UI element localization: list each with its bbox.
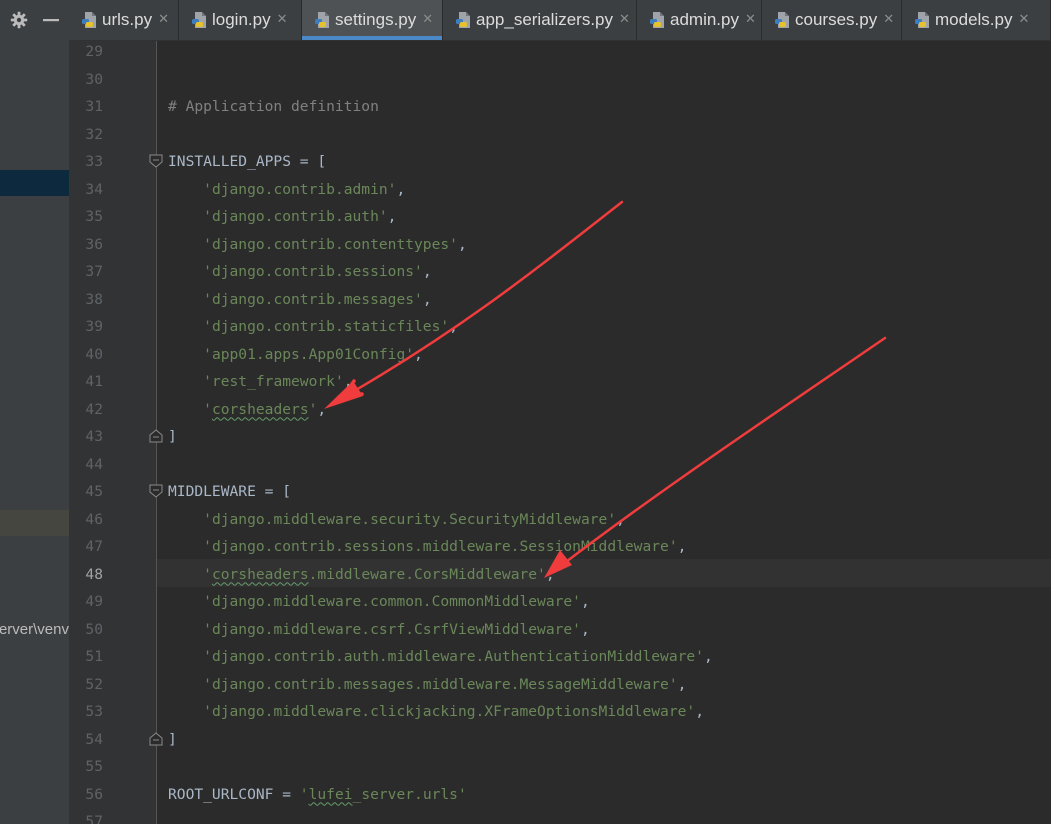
code-text: 'django.contrib.auth', bbox=[203, 208, 397, 225]
code-line[interactable]: 57 bbox=[0, 808, 1051, 824]
code-line[interactable]: 39 'django.contrib.staticfiles', bbox=[0, 313, 1051, 340]
code-line[interactable]: 38 'django.contrib.messages', bbox=[0, 286, 1051, 313]
line-number: 35 bbox=[85, 208, 103, 225]
code-line[interactable]: 42 'corsheaders', bbox=[0, 396, 1051, 423]
code-text: 'django.contrib.contenttypes', bbox=[203, 235, 467, 253]
code-text: 'corsheaders.middleware.CorsMiddleware', bbox=[203, 565, 555, 583]
line-number: 33 bbox=[85, 153, 103, 170]
code-line[interactable]: 30 bbox=[0, 66, 1051, 93]
code-text: 'django.contrib.admin', bbox=[203, 180, 406, 198]
code-line[interactable]: 44 bbox=[0, 451, 1051, 478]
line-number: 29 bbox=[85, 43, 103, 60]
code-line[interactable]: 46 'django.middleware.security.SecurityM… bbox=[0, 506, 1051, 533]
code-line[interactable]: 37 'django.contrib.sessions', bbox=[0, 258, 1051, 285]
line-number: 52 bbox=[85, 675, 103, 693]
code-line[interactable]: 49 'django.middleware.common.CommonMiddl… bbox=[0, 588, 1051, 615]
fold-marker-icon[interactable] bbox=[148, 483, 164, 499]
code-text: 'app01.apps.App01Config', bbox=[203, 345, 423, 363]
code-text: ] bbox=[168, 428, 177, 445]
code-line[interactable]: 48 'corsheaders.middleware.CorsMiddlewar… bbox=[0, 561, 1051, 588]
line-number: 38 bbox=[85, 290, 103, 308]
line-number: 44 bbox=[85, 455, 103, 473]
code-line[interactable]: 50 'django.middleware.csrf.CsrfViewMiddl… bbox=[0, 616, 1051, 643]
line-number: 45 bbox=[85, 483, 103, 500]
code-line[interactable]: 31 # Application definition bbox=[0, 93, 1051, 120]
code-line[interactable]: 51 'django.contrib.auth.middleware.Authe… bbox=[0, 643, 1051, 670]
line-number: 47 bbox=[85, 538, 103, 555]
code-text: 'django.contrib.auth.middleware.Authenti… bbox=[203, 648, 713, 665]
code-line[interactable]: 29 bbox=[0, 38, 1051, 65]
code-line[interactable]: 34 'django.contrib.admin', bbox=[0, 176, 1051, 203]
code-line[interactable]: 40 'app01.apps.App01Config', bbox=[0, 341, 1051, 368]
code-text: INSTALLED_APPS = [ bbox=[168, 153, 327, 170]
line-number: 42 bbox=[85, 400, 103, 418]
fold-marker-icon[interactable] bbox=[148, 428, 164, 444]
line-number: 30 bbox=[85, 70, 103, 88]
code-text: 'django.contrib.sessions', bbox=[203, 263, 432, 280]
line-number: 31 bbox=[85, 98, 103, 115]
ide-window: lufei_server\venv urls.py✕login.py✕setti… bbox=[0, 0, 1051, 824]
code-text: 'django.middleware.csrf.CsrfViewMiddlewa… bbox=[203, 620, 590, 638]
code-line[interactable]: 56 ROOT_URLCONF = 'lufei_server.urls' bbox=[0, 781, 1051, 808]
line-number: 49 bbox=[85, 593, 103, 610]
line-number: 43 bbox=[85, 428, 103, 445]
line-number: 54 bbox=[85, 730, 103, 748]
line-number: 57 bbox=[85, 813, 103, 824]
code-line[interactable]: 43] bbox=[0, 423, 1051, 450]
code-text: 'django.contrib.messages.middleware.Mess… bbox=[203, 675, 687, 693]
code-line[interactable]: 55 bbox=[0, 753, 1051, 780]
fold-marker-icon[interactable] bbox=[148, 731, 164, 747]
line-number: 55 bbox=[85, 758, 103, 775]
line-number: 39 bbox=[85, 318, 103, 335]
line-number: 34 bbox=[85, 180, 103, 198]
code-line[interactable]: 36 'django.contrib.contenttypes', bbox=[0, 231, 1051, 258]
code-text: 'django.contrib.staticfiles', bbox=[203, 318, 458, 335]
code-text: 'rest_framework', bbox=[203, 373, 353, 390]
code-line[interactable]: 53 'django.middleware.clickjacking.XFram… bbox=[0, 698, 1051, 725]
code-text: ] bbox=[168, 730, 177, 748]
line-number: 36 bbox=[85, 235, 103, 253]
code-text: # Application definition bbox=[168, 98, 379, 115]
code-text: 'django.middleware.clickjacking.XFrameOp… bbox=[203, 703, 704, 720]
code-text: MIDDLEWARE = [ bbox=[168, 483, 292, 500]
line-number: 51 bbox=[85, 648, 103, 665]
code-text: 'django.contrib.messages', bbox=[203, 290, 432, 308]
code-line[interactable]: 45 MIDDLEWARE = [ bbox=[0, 478, 1051, 505]
line-number: 56 bbox=[85, 785, 103, 803]
code-line[interactable]: 35 'django.contrib.auth', bbox=[0, 203, 1051, 230]
code-text: ROOT_URLCONF = 'lufei_server.urls' bbox=[168, 785, 467, 803]
line-number: 50 bbox=[85, 620, 103, 638]
code-line[interactable]: 32 bbox=[0, 121, 1051, 148]
line-number: 40 bbox=[85, 345, 103, 363]
code-text: 'corsheaders', bbox=[203, 400, 327, 418]
line-number: 53 bbox=[85, 703, 103, 720]
code-editor[interactable]: 29 30 31 # Application definition 32 33 INSTAL… bbox=[0, 0, 1051, 824]
line-number: 48 bbox=[85, 565, 103, 583]
code-text: 'django.middleware.common.CommonMiddlewa… bbox=[203, 593, 590, 610]
line-number: 32 bbox=[85, 125, 103, 143]
code-line[interactable]: 33 INSTALLED_APPS = [ bbox=[0, 148, 1051, 175]
line-number: 37 bbox=[85, 263, 103, 280]
code-text: 'django.contrib.sessions.middleware.Sess… bbox=[203, 538, 687, 555]
code-line[interactable]: 54] bbox=[0, 726, 1051, 753]
fold-marker-icon[interactable] bbox=[148, 153, 164, 169]
code-text: 'django.middleware.security.SecurityMidd… bbox=[203, 510, 625, 528]
code-line[interactable]: 47 'django.contrib.sessions.middleware.S… bbox=[0, 533, 1051, 560]
code-line[interactable]: 41 'rest_framework', bbox=[0, 368, 1051, 395]
line-number: 46 bbox=[85, 510, 103, 528]
code-line[interactable]: 52 'django.contrib.messages.middleware.M… bbox=[0, 671, 1051, 698]
line-number: 41 bbox=[85, 373, 103, 390]
